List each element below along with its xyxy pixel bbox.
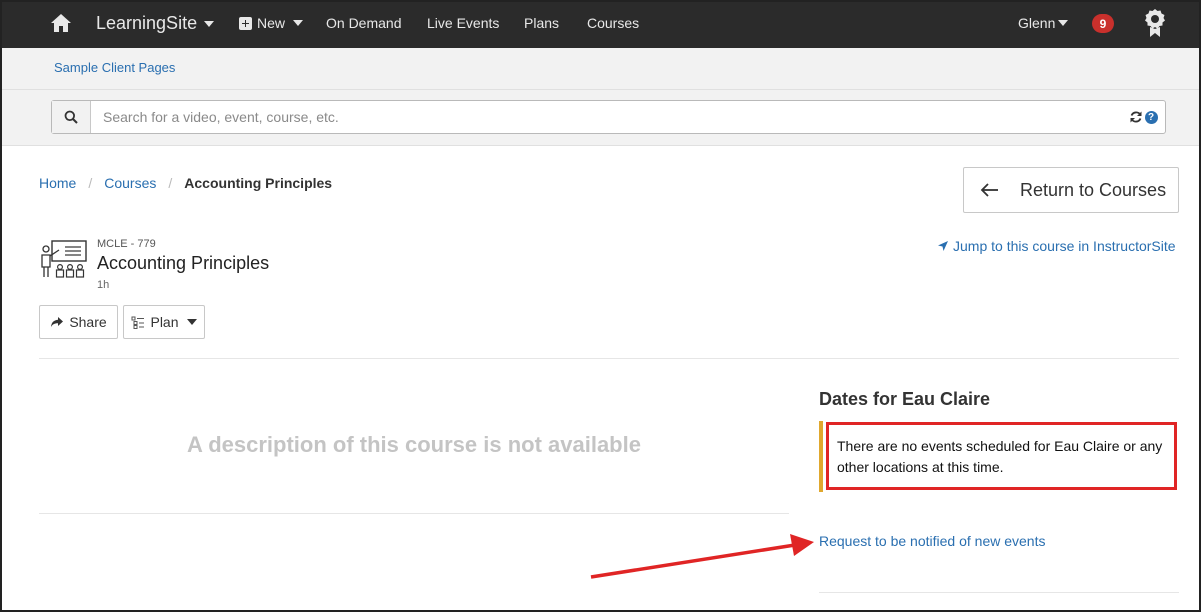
nav-live-events[interactable]: Live Events bbox=[427, 15, 499, 31]
dates-heading: Dates for Eau Claire bbox=[819, 389, 991, 409]
plus-square-icon bbox=[239, 16, 252, 30]
search-group: ? bbox=[51, 100, 1166, 134]
course-title: Accounting Principles bbox=[97, 253, 270, 273]
nav-on-demand[interactable]: On Demand bbox=[326, 15, 401, 31]
chevron-down-icon bbox=[204, 20, 215, 27]
nav-courses[interactable]: Courses bbox=[587, 15, 639, 31]
award-icon[interactable] bbox=[1143, 8, 1167, 38]
search-tools: ? bbox=[1121, 101, 1165, 133]
notification-badge[interactable]: 9 bbox=[1092, 14, 1114, 33]
breadcrumb-home[interactable]: Home bbox=[39, 175, 76, 191]
search-icon-addon[interactable] bbox=[52, 101, 91, 133]
breadcrumb-separator: / bbox=[168, 175, 173, 191]
help-icon[interactable]: ? bbox=[1144, 110, 1158, 124]
breadcrumb-courses[interactable]: Courses bbox=[104, 175, 156, 191]
top-navbar: LearningSite New On Demand Live Events P… bbox=[0, 0, 1201, 48]
nav-plans[interactable]: Plans bbox=[524, 15, 559, 31]
divider bbox=[39, 513, 789, 514]
checklist-icon bbox=[131, 316, 145, 329]
refresh-icon[interactable] bbox=[1129, 110, 1143, 124]
arrow-left-icon bbox=[980, 183, 998, 197]
chevron-down-icon bbox=[1058, 20, 1069, 26]
sample-client-pages-link[interactable]: Sample Client Pages bbox=[54, 60, 175, 75]
client-pages-bar: Sample Client Pages bbox=[0, 48, 1201, 90]
share-label: Share bbox=[69, 314, 107, 330]
divider bbox=[39, 358, 1179, 359]
classroom-icon bbox=[41, 240, 87, 278]
course-description-empty: A description of this course is not avai… bbox=[187, 432, 641, 457]
user-menu[interactable]: Glenn bbox=[1018, 15, 1069, 31]
chevron-down-icon bbox=[186, 319, 197, 325]
share-icon bbox=[51, 317, 64, 327]
breadcrumb-separator: / bbox=[88, 175, 93, 191]
breadcrumb-current: Accounting Principles bbox=[184, 175, 333, 191]
return-to-courses-label: Return to Courses bbox=[1020, 179, 1167, 200]
course-duration: 1h bbox=[97, 279, 110, 291]
divider bbox=[819, 592, 1179, 593]
jump-to-instructorsite-link[interactable]: Jump to this course in InstructorSite bbox=[937, 238, 1176, 254]
brand-label: LearningSite bbox=[96, 13, 198, 33]
brand-menu[interactable]: LearningSite bbox=[96, 13, 215, 34]
user-name: Glenn bbox=[1018, 15, 1056, 31]
search-icon bbox=[64, 110, 78, 124]
new-menu-label: New bbox=[257, 15, 286, 31]
course-code: MCLE - 779 bbox=[97, 238, 156, 250]
search-input[interactable] bbox=[91, 101, 1121, 133]
notify-new-events-link[interactable]: Request to be notified of new events bbox=[819, 533, 1045, 549]
search-bar: ? bbox=[0, 90, 1201, 146]
jump-link-label: Jump to this course in InstructorSite bbox=[953, 238, 1176, 254]
location-arrow-icon bbox=[938, 241, 948, 251]
return-to-courses-button[interactable]: Return to Courses bbox=[963, 167, 1179, 213]
share-button[interactable]: Share bbox=[39, 305, 118, 339]
new-menu[interactable]: New bbox=[239, 15, 304, 31]
chevron-down-icon bbox=[293, 20, 304, 26]
plan-label: Plan bbox=[150, 314, 179, 330]
no-events-message: There are no events scheduled for Eau Cl… bbox=[826, 422, 1177, 490]
annotation-arrow-icon bbox=[590, 534, 814, 579]
home-icon[interactable] bbox=[50, 12, 72, 34]
plan-button[interactable]: Plan bbox=[123, 305, 205, 339]
breadcrumb: Home / Courses / Accounting Principles bbox=[39, 175, 332, 191]
